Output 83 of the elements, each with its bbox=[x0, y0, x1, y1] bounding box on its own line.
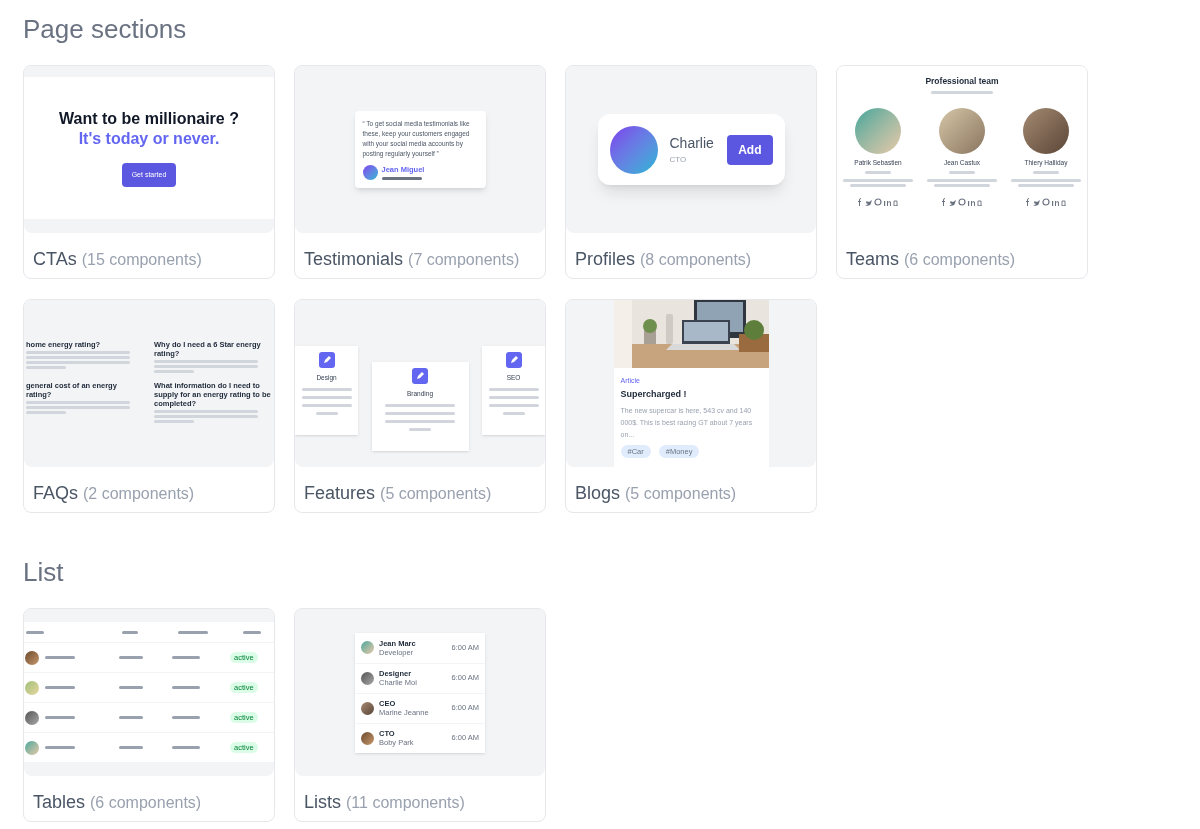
subheadline: It's today or never. bbox=[78, 128, 220, 149]
blurred-text-line bbox=[122, 630, 138, 634]
blurred-text-line bbox=[119, 746, 143, 749]
blurred-text-line bbox=[26, 411, 66, 414]
social-icons-drawing bbox=[856, 197, 900, 206]
avatar bbox=[361, 701, 374, 715]
social-icons-drawing bbox=[940, 197, 984, 206]
blurred-text-line bbox=[385, 419, 455, 423]
component-count: (6 components) bbox=[904, 250, 1016, 270]
component-count: (15 components) bbox=[81, 250, 202, 270]
blog-title: Supercharged ! bbox=[620, 387, 688, 401]
card-title: CTAs bbox=[33, 248, 77, 271]
blurred-text-line bbox=[488, 387, 539, 391]
profile-name: Charlie bbox=[669, 134, 715, 153]
blurred-text-line bbox=[119, 656, 143, 659]
card-title: Profiles bbox=[575, 248, 636, 271]
blurred-text-line bbox=[45, 656, 75, 659]
blurred-text-line bbox=[172, 746, 200, 749]
blurred-text-line bbox=[154, 370, 194, 373]
avatar bbox=[361, 641, 374, 654]
blurred-text-line bbox=[26, 630, 44, 634]
blurred-text-line bbox=[119, 686, 143, 689]
avatar bbox=[25, 680, 39, 695]
card-title: Blogs bbox=[575, 482, 621, 505]
blurred-text-line bbox=[488, 395, 539, 399]
avatar bbox=[855, 107, 901, 154]
component-count: (11 components) bbox=[346, 793, 465, 813]
blurred-text-line bbox=[301, 387, 352, 391]
component-count: (7 components) bbox=[408, 250, 520, 270]
pencil-icon bbox=[318, 352, 335, 368]
avatar bbox=[25, 710, 39, 725]
section-heading: List bbox=[23, 556, 65, 589]
blurred-text-line bbox=[301, 403, 352, 407]
section-heading: Page sections bbox=[23, 13, 188, 46]
avatar bbox=[939, 107, 985, 154]
avatar bbox=[362, 164, 378, 180]
blurred-text-line bbox=[172, 716, 200, 719]
blurred-text-line bbox=[172, 686, 200, 689]
blurred-text-line bbox=[409, 427, 431, 431]
blurred-text-line bbox=[502, 411, 525, 415]
pencil-icon bbox=[505, 352, 522, 368]
component-count: (5 components) bbox=[625, 484, 737, 504]
team-title: Professional team bbox=[925, 75, 999, 88]
component-count: (2 components) bbox=[83, 484, 195, 504]
card-title: Testimonials bbox=[304, 248, 404, 271]
blurred-text-line bbox=[488, 403, 539, 407]
blurred-text-line bbox=[243, 630, 261, 634]
blurred-text-line bbox=[45, 746, 75, 749]
avatar bbox=[361, 671, 374, 685]
blurred-text-line bbox=[385, 411, 455, 415]
component-count: (6 components) bbox=[90, 793, 202, 813]
profile-role: CTO bbox=[669, 154, 688, 166]
blurred-text-line bbox=[178, 630, 208, 634]
component-count: (5 components) bbox=[380, 484, 492, 504]
card-title: FAQs bbox=[33, 482, 78, 505]
blurred-text-line bbox=[865, 170, 891, 174]
card-title: Tables bbox=[33, 791, 86, 814]
pencil-icon bbox=[412, 368, 428, 384]
avatar bbox=[361, 731, 374, 745]
headline: Want to be millionaire ? bbox=[59, 108, 239, 129]
blurred-text-line bbox=[385, 403, 455, 407]
blurred-text-line bbox=[931, 90, 993, 94]
blurred-text-line bbox=[172, 656, 200, 659]
avatar bbox=[25, 740, 39, 755]
avatar bbox=[25, 650, 39, 665]
blurred-text-line bbox=[1033, 170, 1059, 174]
component-card[interactable]: Charlie CTO Add Profiles (8 components) bbox=[565, 65, 817, 279]
add-button[interactable]: Add bbox=[727, 134, 773, 165]
avatar bbox=[1023, 107, 1069, 154]
card-title: Teams bbox=[846, 248, 899, 271]
component-count: (8 components) bbox=[640, 250, 752, 270]
blurred-text-line bbox=[315, 411, 338, 415]
blurred-text-line bbox=[381, 177, 422, 181]
blurred-text-line bbox=[45, 686, 75, 689]
blurred-text-line bbox=[26, 366, 66, 369]
card-title: Features bbox=[304, 482, 376, 505]
card-title: Lists bbox=[304, 791, 341, 814]
blurred-text-line bbox=[119, 716, 143, 719]
blurred-text-line bbox=[154, 420, 194, 423]
blurred-text-line bbox=[301, 395, 352, 399]
blurred-text-line bbox=[45, 716, 75, 719]
social-icons-drawing bbox=[1024, 197, 1068, 206]
blurred-text-line bbox=[949, 170, 975, 174]
